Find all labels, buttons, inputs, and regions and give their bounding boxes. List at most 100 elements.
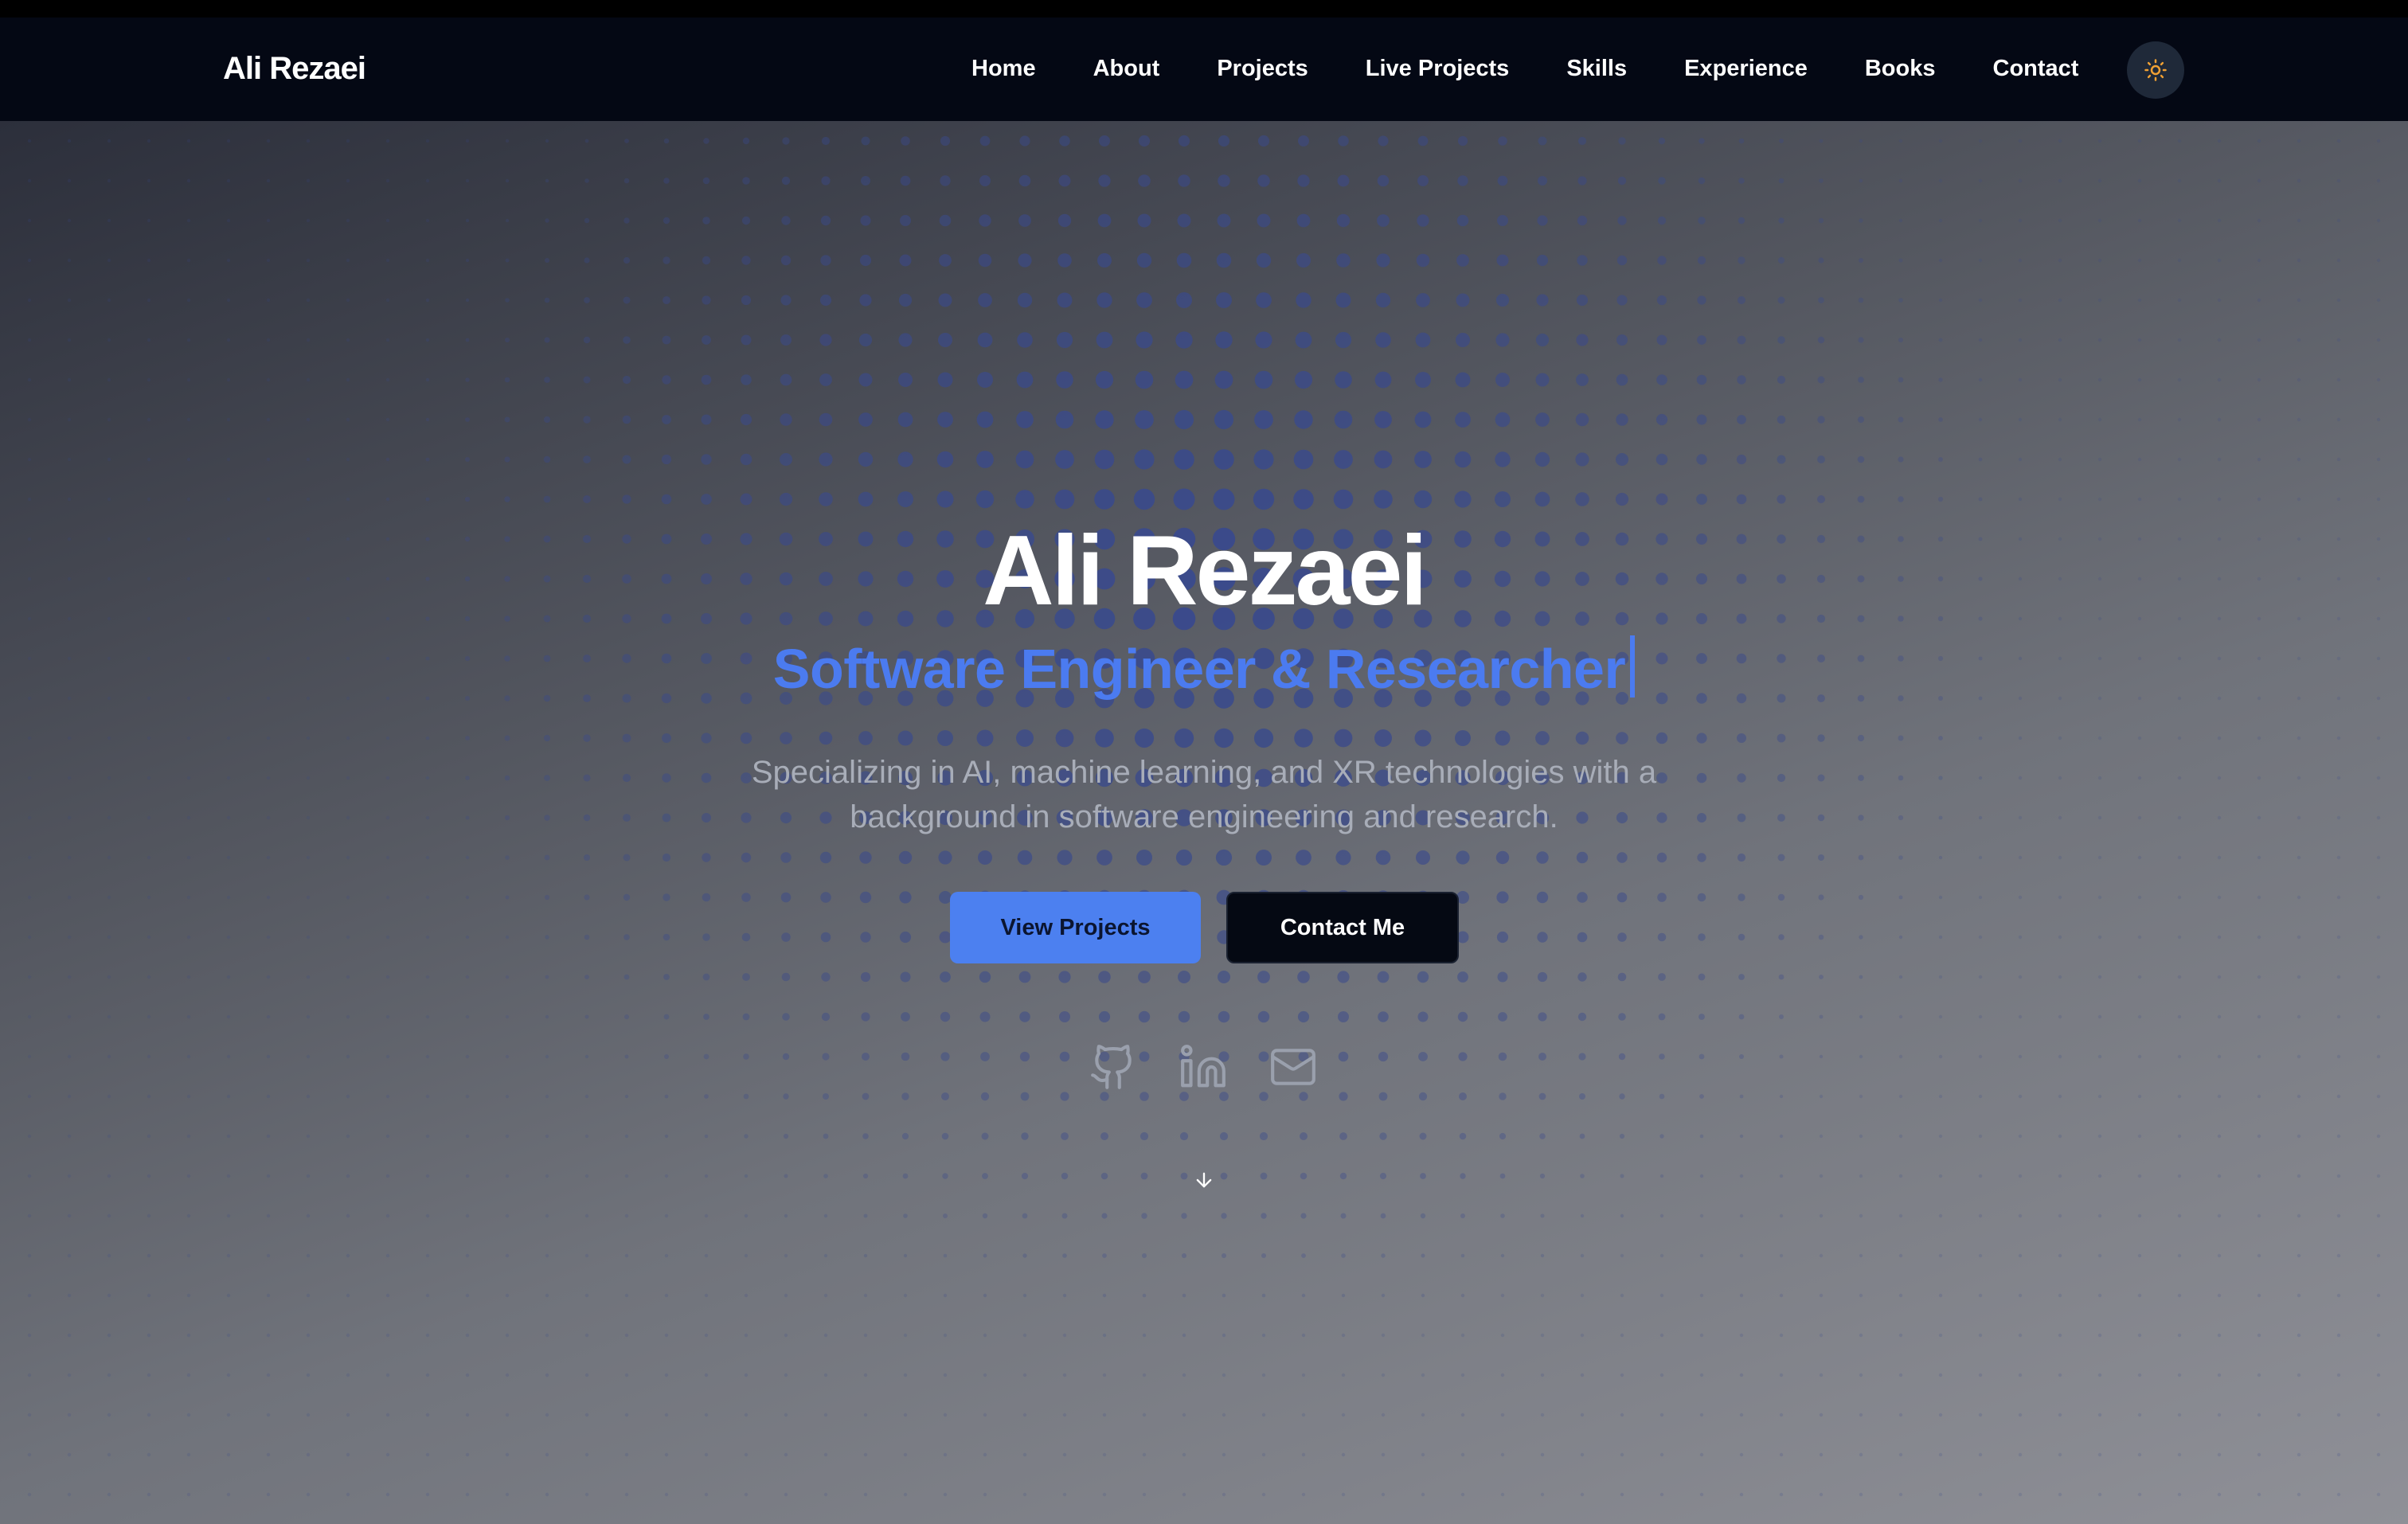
pattern-dot bbox=[1620, 1452, 1624, 1457]
contact-me-button[interactable]: Contact Me bbox=[1226, 892, 1459, 963]
pattern-dot bbox=[1699, 1293, 1704, 1298]
pattern-dot bbox=[1102, 1492, 1107, 1497]
pattern-dot bbox=[1298, 135, 1309, 147]
scroll-down-button[interactable] bbox=[1188, 1164, 1220, 1196]
pattern-dot bbox=[1736, 494, 1747, 505]
nav-link-live-projects[interactable]: Live Projects bbox=[1366, 48, 1510, 89]
pattern-dot bbox=[1297, 971, 1310, 983]
pattern-dot bbox=[937, 372, 953, 388]
pattern-dot bbox=[1137, 213, 1151, 228]
pattern-dot bbox=[2217, 1253, 2222, 1258]
pattern-dot bbox=[1938, 1253, 1943, 1258]
pattern-dot bbox=[1738, 893, 1745, 901]
pattern-dot bbox=[863, 1333, 868, 1338]
pattern-dot bbox=[1978, 1253, 1983, 1258]
nav-links: Home About Projects Live Projects Skills… bbox=[971, 48, 2078, 89]
pattern-dot bbox=[1018, 253, 1032, 268]
pattern-dot bbox=[664, 1452, 669, 1457]
nav-link-about[interactable]: About bbox=[1093, 48, 1160, 89]
pattern-dot bbox=[1659, 1413, 1664, 1417]
pattern-dot bbox=[1898, 975, 1903, 979]
pattern-dot bbox=[622, 733, 631, 743]
pattern-dot bbox=[703, 1053, 710, 1060]
pattern-dot bbox=[1739, 1492, 1744, 1497]
pattern-dot bbox=[623, 814, 631, 822]
linkedin-link[interactable] bbox=[1173, 1037, 1233, 1097]
pattern-dot bbox=[1857, 495, 1865, 503]
pattern-dot bbox=[67, 1373, 72, 1377]
pattern-dot bbox=[67, 1293, 72, 1298]
brand-logo[interactable]: Ali Rezaei bbox=[223, 48, 366, 89]
pattern-dot bbox=[982, 1213, 988, 1219]
github-link[interactable] bbox=[1083, 1037, 1143, 1097]
pattern-dot bbox=[266, 1094, 271, 1099]
pattern-dot bbox=[1460, 1452, 1465, 1457]
pattern-dot bbox=[1535, 731, 1550, 745]
pattern-dot bbox=[1615, 492, 1629, 506]
pattern-dot bbox=[2058, 935, 2062, 940]
pattern-dot bbox=[704, 1094, 709, 1099]
pattern-dot bbox=[1261, 1293, 1266, 1298]
nav-link-experience[interactable]: Experience bbox=[1684, 48, 1808, 89]
pattern-dot bbox=[2217, 855, 2222, 860]
pattern-dot bbox=[544, 894, 550, 901]
nav-link-projects[interactable]: Projects bbox=[1217, 48, 1308, 89]
pattern-dot bbox=[1140, 1131, 1149, 1141]
pattern-dot bbox=[624, 1492, 629, 1497]
pattern-dot bbox=[1338, 1051, 1349, 1062]
pattern-dot bbox=[1659, 1093, 1665, 1100]
pattern-dot bbox=[346, 855, 350, 860]
pattern-dot bbox=[744, 1293, 749, 1298]
pattern-dot bbox=[1779, 1213, 1784, 1218]
pattern-dot bbox=[1577, 255, 1588, 266]
pattern-dot bbox=[147, 1094, 151, 1099]
pattern-dot bbox=[425, 1293, 430, 1298]
pattern-dot bbox=[2097, 1134, 2102, 1139]
theme-toggle-button[interactable] bbox=[2127, 41, 2184, 99]
pattern-dot bbox=[465, 1014, 470, 1019]
pattern-dot bbox=[1096, 850, 1112, 866]
pattern-dot bbox=[1778, 217, 1784, 224]
pattern-dot bbox=[465, 1054, 470, 1059]
pattern-dot bbox=[1978, 1452, 1983, 1457]
pattern-dot bbox=[385, 855, 390, 860]
pattern-dot bbox=[186, 1253, 191, 1258]
nav-link-contact[interactable]: Contact bbox=[1993, 48, 2079, 89]
pattern-dot bbox=[1179, 1131, 1189, 1141]
pattern-dot bbox=[861, 136, 870, 146]
pattern-dot bbox=[1898, 139, 1903, 143]
pattern-dot bbox=[1540, 1492, 1545, 1497]
pattern-dot bbox=[740, 732, 752, 744]
pattern-dot bbox=[976, 411, 994, 428]
pattern-dot bbox=[1656, 852, 1667, 863]
pattern-dot bbox=[306, 1054, 311, 1059]
pattern-dot bbox=[823, 1373, 828, 1377]
pattern-dot bbox=[1457, 1011, 1468, 1022]
pattern-dot bbox=[2257, 1293, 2261, 1298]
pattern-dot bbox=[1254, 370, 1273, 389]
pattern-dot bbox=[1617, 176, 1627, 186]
pattern-dot bbox=[1377, 174, 1390, 187]
nav-link-skills[interactable]: Skills bbox=[1566, 48, 1627, 89]
pattern-dot bbox=[425, 975, 430, 979]
pattern-dot bbox=[1898, 338, 1903, 342]
pattern-dot bbox=[2177, 1174, 2182, 1178]
pattern-dot bbox=[1739, 1452, 1744, 1457]
pattern-dot bbox=[1819, 1174, 1824, 1178]
pattern-dot bbox=[741, 852, 752, 863]
pattern-dot bbox=[1978, 1054, 1983, 1059]
pattern-dot bbox=[1222, 1452, 1226, 1457]
view-projects-button[interactable]: View Projects bbox=[950, 892, 1201, 963]
pattern-dot bbox=[1417, 175, 1429, 186]
nav-link-home[interactable]: Home bbox=[971, 48, 1036, 89]
nav-link-books[interactable]: Books bbox=[1865, 48, 1936, 89]
pattern-dot bbox=[937, 730, 953, 746]
pattern-dot bbox=[1779, 1452, 1784, 1457]
pattern-dot bbox=[1062, 1452, 1067, 1457]
pattern-dot bbox=[943, 1333, 948, 1338]
email-link[interactable] bbox=[1263, 1037, 1323, 1097]
pattern-dot bbox=[583, 455, 591, 463]
pattern-dot bbox=[306, 497, 311, 502]
pattern-dot bbox=[1495, 730, 1511, 746]
pattern-dot bbox=[1699, 1253, 1704, 1258]
